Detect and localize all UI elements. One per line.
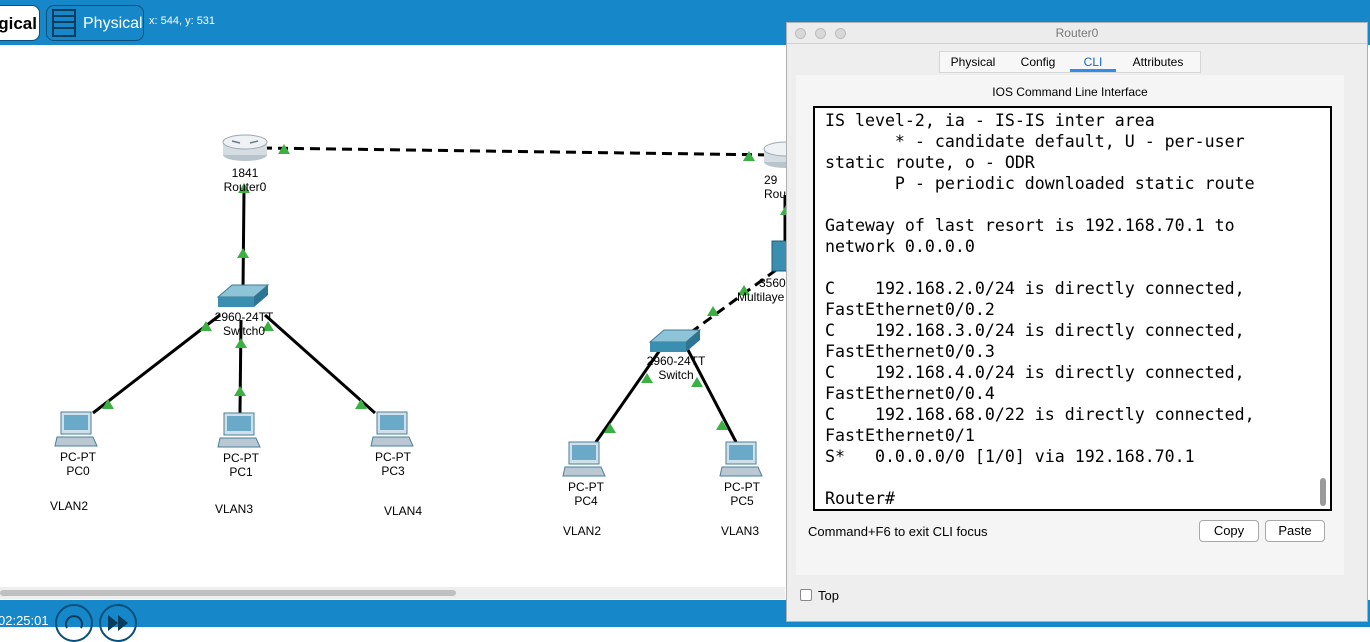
- vlan-note: VLAN2: [563, 524, 602, 538]
- pc5-name: PC5: [730, 494, 754, 508]
- link-router0-switch0: [241, 189, 246, 291]
- top-checkbox-label: Top: [818, 588, 839, 603]
- pc1-device[interactable]: [217, 412, 261, 448]
- router0-label: 1841 Router0: [215, 166, 275, 194]
- link-up-icon: [235, 338, 247, 348]
- window-title-bar[interactable]: Router0: [787, 23, 1367, 44]
- router0-model: 1841: [231, 166, 259, 180]
- pc0-name: PC0: [66, 464, 90, 478]
- switch1-model: 2960-24TT: [646, 354, 706, 368]
- canvas-scrollbar-thumb[interactable]: [0, 590, 456, 596]
- window-zoom-icon[interactable]: [835, 28, 846, 39]
- switch0-label: 2960-24TT Switch0: [205, 310, 283, 338]
- power-cycle-button[interactable]: [55, 604, 93, 642]
- cli-console[interactable]: IS level-2, ia - IS-IS inter area * - ca…: [813, 106, 1332, 511]
- router0-device[interactable]: [222, 134, 268, 161]
- pc3-label: PC-PT PC3: [363, 450, 423, 478]
- tab-config[interactable]: Config: [1006, 52, 1070, 72]
- tab-cli[interactable]: CLI: [1070, 52, 1116, 72]
- vlan-note: VLAN4: [384, 504, 423, 518]
- multilayer-switch-label: 3560 Multilaye: [737, 276, 787, 304]
- router1-label: 29 Rou: [764, 173, 788, 201]
- device-tabs: Physical Config CLI Attributes: [939, 51, 1201, 73]
- pc5-model: PC-PT: [724, 480, 760, 494]
- switch0-name: Switch0: [222, 324, 266, 338]
- multilayer-switch-name: Multilaye: [737, 290, 785, 304]
- pc4-name: PC4: [574, 494, 598, 508]
- pc5-label: PC-PT PC5: [712, 480, 772, 508]
- top-checkbox[interactable]: [800, 589, 812, 601]
- multilayer-switch-device[interactable]: [771, 240, 786, 272]
- pc3-device[interactable]: [370, 411, 414, 447]
- link-up-icon: [707, 306, 719, 316]
- vlan-note: VLAN3: [215, 502, 254, 516]
- copy-button[interactable]: Copy: [1199, 520, 1259, 542]
- switch0-device[interactable]: [216, 284, 270, 307]
- pc0-device[interactable]: [54, 411, 98, 447]
- tab-physical[interactable]: Physical: [940, 52, 1006, 72]
- link-status-indicators: [102, 144, 786, 433]
- pc3-model: PC-PT: [375, 450, 411, 464]
- window-close-icon[interactable]: [795, 28, 806, 39]
- cli-scrollbar[interactable]: [1320, 478, 1326, 506]
- fast-forward-icon: [108, 615, 128, 631]
- router1-name: Rou: [764, 187, 787, 201]
- tab-attributes[interactable]: Attributes: [1116, 52, 1200, 72]
- logical-view-button[interactable]: gical: [0, 5, 40, 41]
- pc1-name: PC1: [229, 465, 253, 479]
- pc4-device[interactable]: [562, 441, 606, 477]
- switch1-device[interactable]: [648, 329, 702, 352]
- router0-name: Router0: [223, 180, 267, 194]
- link-router0-router1: [261, 146, 776, 157]
- physical-view-label: Physical: [83, 15, 143, 32]
- multilayer-switch-model: 3560: [759, 276, 786, 290]
- vlan-note: VLAN2: [50, 499, 89, 513]
- physical-view-icon: [52, 9, 76, 37]
- pc1-model: PC-PT: [223, 451, 259, 465]
- pc0-model: PC-PT: [60, 450, 96, 464]
- physical-view-button[interactable]: Physical: [46, 5, 144, 41]
- router0-window: Router0 Physical Config CLI Attributes I…: [786, 22, 1368, 622]
- fast-forward-button[interactable]: [99, 604, 137, 642]
- power-cycle-icon: [65, 615, 83, 629]
- cli-focus-hint: Command+F6 to exit CLI focus: [808, 524, 988, 539]
- cli-output[interactable]: IS level-2, ia - IS-IS inter area * - ca…: [825, 110, 1255, 509]
- switch0-model: 2960-24TT: [214, 310, 274, 324]
- router1-model: 29: [764, 173, 778, 187]
- cli-panel: IOS Command Line Interface IS level-2, i…: [796, 75, 1344, 575]
- simulation-time: 02:25:01: [0, 613, 49, 628]
- link-up-icon: [237, 248, 249, 258]
- router1-device[interactable]: [763, 141, 786, 168]
- switch1-label: 2960-24TT Switch: [637, 354, 715, 382]
- pc0-label: PC-PT PC0: [48, 450, 108, 478]
- cli-panel-title: IOS Command Line Interface: [992, 85, 1148, 99]
- paste-button[interactable]: Paste: [1265, 520, 1325, 542]
- cursor-coordinates: x: 544, y: 531: [149, 15, 216, 27]
- pc3-name: PC3: [381, 464, 405, 478]
- switch1-name: Switch: [658, 368, 694, 382]
- vlan-note: VLAN3: [721, 524, 760, 538]
- pc4-label: PC-PT PC4: [556, 480, 616, 508]
- window-title: Router0: [1055, 26, 1099, 40]
- window-minimize-icon[interactable]: [815, 28, 826, 39]
- pc4-model: PC-PT: [568, 480, 604, 494]
- pc1-label: PC-PT PC1: [211, 451, 271, 479]
- pc5-device[interactable]: [719, 441, 763, 477]
- link-up-icon: [234, 386, 246, 396]
